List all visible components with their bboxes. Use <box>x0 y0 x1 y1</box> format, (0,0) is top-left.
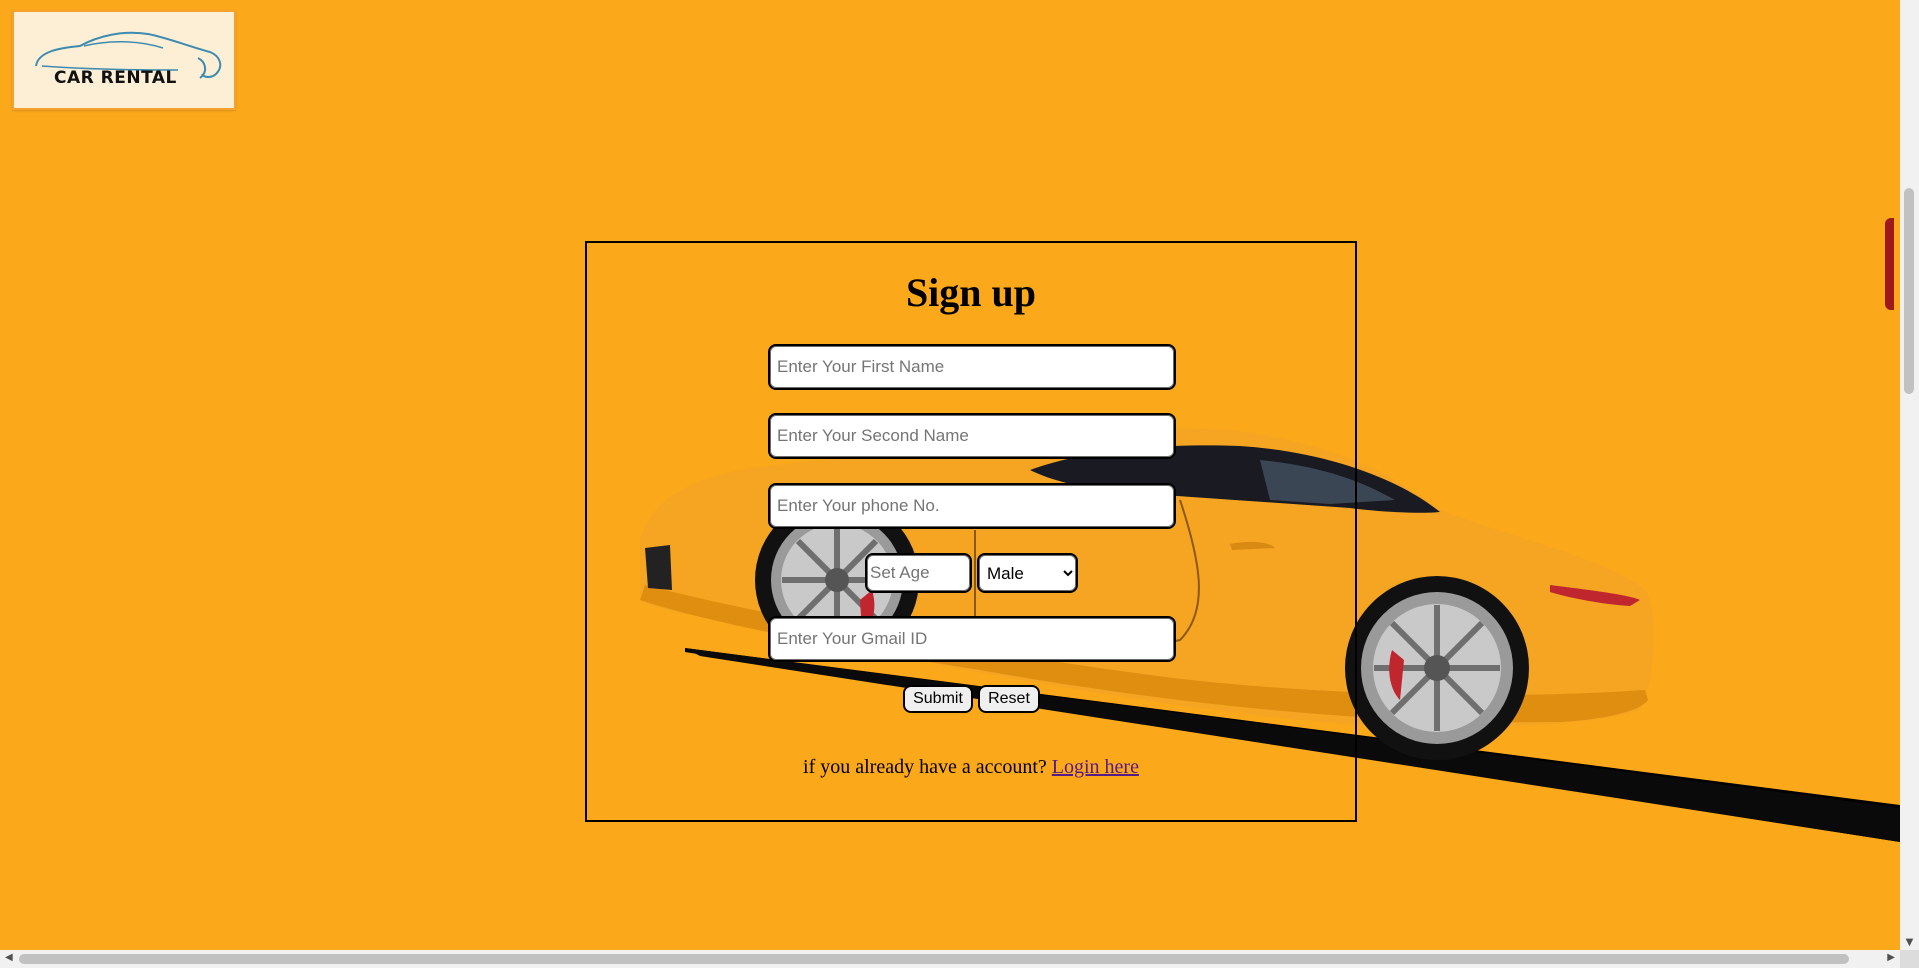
form-title: Sign up <box>905 270 1037 315</box>
login-prompt-text: if you already have a account? <box>803 756 1047 778</box>
first-name-input[interactable] <box>768 344 1176 390</box>
gmail-input[interactable] <box>768 616 1176 662</box>
phone-input[interactable] <box>768 483 1176 529</box>
signup-form: Sign up Male Submit Reset if you already… <box>585 241 1357 822</box>
logo-text: CAR RENTAL <box>54 68 177 88</box>
car-rental-logo[interactable]: CAR RENTAL <box>12 10 236 110</box>
horizontal-scrollbar-thumb[interactable] <box>19 954 1849 964</box>
scrollbar-corner <box>1900 950 1919 968</box>
age-input[interactable] <box>865 553 972 593</box>
scroll-down-arrow-icon[interactable]: ▼ <box>1900 937 1919 948</box>
login-prompt: if you already have a account? Login her… <box>587 756 1355 779</box>
side-accent-tab <box>1885 218 1894 310</box>
submit-button[interactable]: Submit <box>903 685 973 713</box>
scroll-left-arrow-icon[interactable]: ◀ <box>5 952 13 963</box>
reset-button[interactable]: Reset <box>978 685 1040 713</box>
horizontal-scrollbar[interactable]: ◀ ▶ <box>0 950 1900 968</box>
login-link[interactable]: Login here <box>1052 756 1139 778</box>
second-name-input[interactable] <box>768 413 1176 459</box>
vertical-scrollbar[interactable]: ▼ <box>1900 0 1919 950</box>
scroll-right-arrow-icon[interactable]: ▶ <box>1887 952 1895 963</box>
gender-select[interactable]: Male <box>977 553 1078 593</box>
vertical-scrollbar-thumb[interactable] <box>1904 188 1914 394</box>
